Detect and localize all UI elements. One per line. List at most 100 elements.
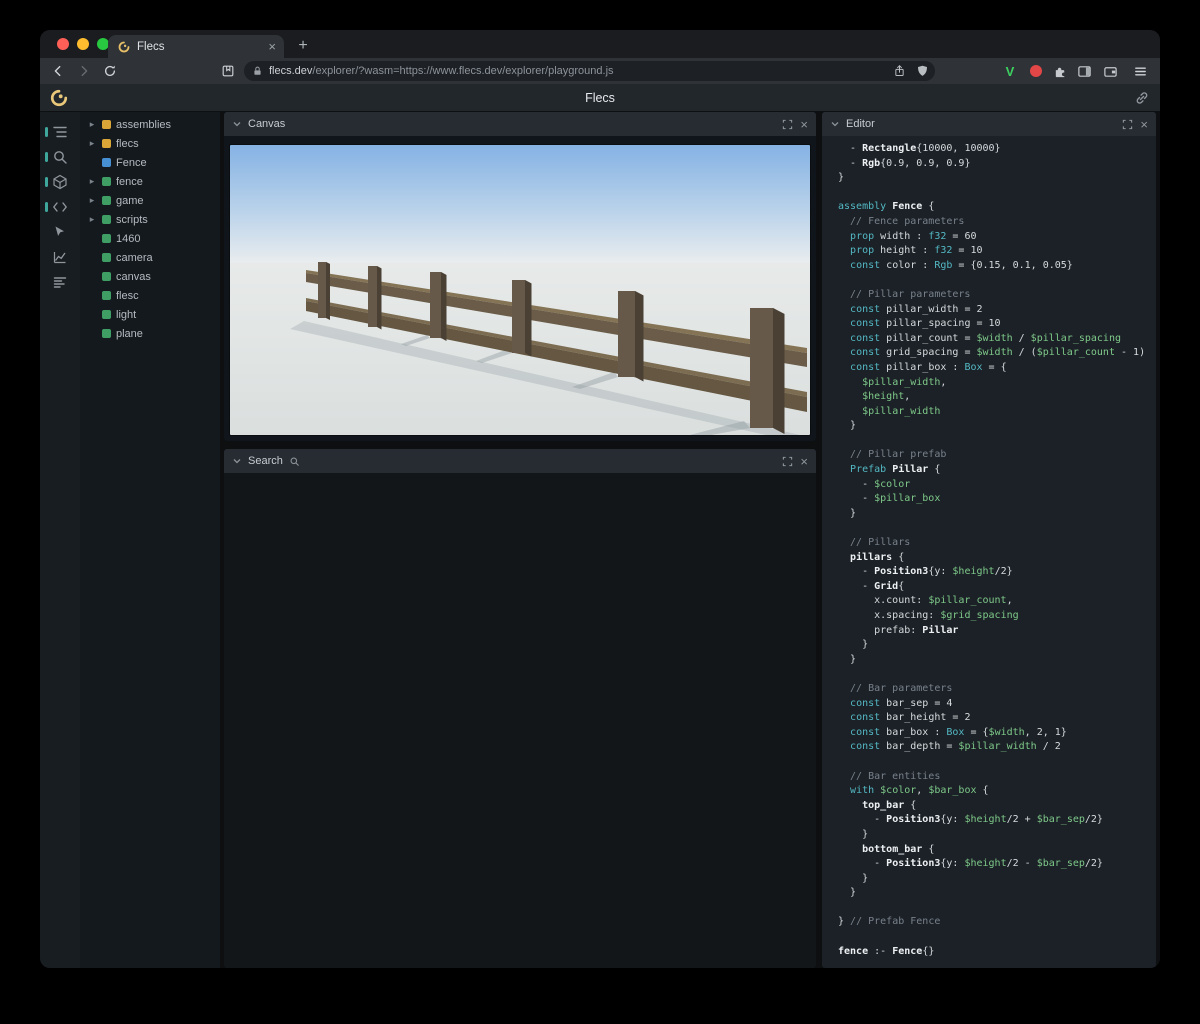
search-panel-header: Search × <box>224 449 816 473</box>
tree-item[interactable]: ▸ assemblies <box>80 115 220 134</box>
browser-window: Flecs × + flecs.dev/explorer/?wasm=https… <box>40 30 1160 968</box>
record-extension-icon[interactable] <box>1027 62 1045 80</box>
app-header: Flecs <box>40 84 1160 112</box>
entity-color-dot <box>102 253 111 262</box>
entity-label: assemblies <box>116 118 172 131</box>
expand-panel-icon[interactable] <box>780 454 794 468</box>
entity-color-dot <box>102 196 111 205</box>
tree-item[interactable]: ▸ fence <box>80 172 220 191</box>
lock-icon <box>254 66 261 75</box>
browser-toolbar: flecs.dev/explorer/?wasm=https://www.fle… <box>40 58 1160 84</box>
tree-item[interactable]: flesc <box>80 286 220 305</box>
entity-color-dot <box>102 272 111 281</box>
canvas-panel: Canvas × <box>224 112 816 441</box>
entity-label: 1460 <box>116 232 141 245</box>
tab-strip: Flecs × + <box>40 30 1160 58</box>
3d-viewport[interactable] <box>229 144 811 436</box>
tree-item[interactable]: ▸ game <box>80 191 220 210</box>
entity-color-dot <box>102 329 111 338</box>
page-title: Flecs <box>585 91 615 105</box>
entity-color-dot <box>102 310 111 319</box>
entity-color-dot <box>102 177 111 186</box>
chevron-down-icon[interactable] <box>232 456 242 466</box>
entity-label: flecs <box>116 137 139 150</box>
menu-icon[interactable] <box>1131 62 1149 80</box>
entity-label: scripts <box>116 213 148 226</box>
chevron-down-icon[interactable] <box>232 119 242 129</box>
entity-label: fence <box>116 175 143 188</box>
url-text: flecs.dev/explorer/?wasm=https://www.fle… <box>269 65 614 77</box>
forward-button[interactable] <box>75 62 93 80</box>
entity-label: game <box>116 194 144 207</box>
tree-item[interactable]: 1460 <box>80 229 220 248</box>
panel-title: Canvas <box>248 118 286 130</box>
editor-code[interactable]: - Rectangle{10000, 10000} - Rgb{0.9, 0.9… <box>822 136 1156 959</box>
entity-color-dot <box>102 158 111 167</box>
search-icon[interactable] <box>40 144 80 169</box>
entity-label: plane <box>116 327 143 340</box>
entity-label: flesc <box>116 289 139 302</box>
expand-panel-icon[interactable] <box>1120 117 1134 131</box>
entity-tree-icon[interactable] <box>40 119 80 144</box>
expand-arrow-icon[interactable]: ▸ <box>87 196 97 206</box>
canvas-panel-header: Canvas × <box>224 112 816 136</box>
expand-arrow-icon[interactable]: ▸ <box>87 120 97 130</box>
chart-icon[interactable] <box>40 244 80 269</box>
close-panel-icon[interactable]: × <box>800 455 808 468</box>
chevron-down-icon[interactable] <box>830 119 840 129</box>
canvas-cube-icon[interactable] <box>40 169 80 194</box>
reload-button[interactable] <box>101 62 119 80</box>
expand-arrow-icon[interactable]: ▸ <box>87 139 97 149</box>
entity-color-dot <box>102 234 111 243</box>
link-icon[interactable] <box>1134 90 1150 106</box>
tree-item[interactable]: canvas <box>80 267 220 286</box>
entity-color-dot <box>102 139 111 148</box>
url-domain: flecs.dev <box>269 65 313 77</box>
minimize-window-button[interactable] <box>77 38 89 50</box>
entity-tree[interactable]: ▸ assemblies ▸ flecs Fence ▸ fence ▸ game ▸ script… <box>80 112 220 968</box>
fence-render <box>230 145 810 435</box>
expand-arrow-icon[interactable]: ▸ <box>87 177 97 187</box>
tab-close-icon[interactable]: × <box>268 40 276 53</box>
tree-item[interactable]: light <box>80 305 220 324</box>
side-panel-icon[interactable] <box>1075 62 1093 80</box>
inspect-cursor-icon[interactable] <box>40 219 80 244</box>
entity-color-dot <box>102 215 111 224</box>
entity-color-dot <box>102 120 111 129</box>
editor-panel: Editor × - Rectangle{10000, 10000} - Rgb… <box>822 112 1156 968</box>
tree-item[interactable]: ▸ flecs <box>80 134 220 153</box>
entity-color-dot <box>102 291 111 300</box>
search-icon <box>290 457 299 466</box>
code-icon[interactable] <box>40 194 80 219</box>
extensions-puzzle-icon[interactable] <box>1051 62 1069 80</box>
wallet-icon[interactable] <box>1101 62 1119 80</box>
search-panel: Search × <box>224 449 816 968</box>
icon-rail <box>40 112 80 968</box>
close-window-button[interactable] <box>57 38 69 50</box>
expand-panel-icon[interactable] <box>780 117 794 131</box>
v-extension-icon[interactable]: V <box>1001 62 1019 80</box>
tree-item[interactable]: plane <box>80 324 220 343</box>
bookmark-icon[interactable] <box>219 62 237 80</box>
brave-shield-icon[interactable] <box>916 64 929 78</box>
tree-item[interactable]: ▸ scripts <box>80 210 220 229</box>
tab-favicon <box>118 41 130 52</box>
stats-rows-icon[interactable] <box>40 269 80 294</box>
close-panel-icon[interactable]: × <box>800 118 808 131</box>
new-tab-button[interactable]: + <box>292 35 314 57</box>
expand-arrow-icon[interactable]: ▸ <box>87 215 97 225</box>
panel-title: Editor <box>846 118 875 130</box>
address-bar[interactable]: flecs.dev/explorer/?wasm=https://www.fle… <box>244 61 935 81</box>
entity-label: Fence <box>116 156 147 169</box>
panel-title: Search <box>248 455 283 467</box>
traffic-lights <box>57 38 109 50</box>
back-button[interactable] <box>49 62 67 80</box>
tree-item[interactable]: Fence <box>80 153 220 172</box>
url-path: /explorer/?wasm=https://www.flecs.dev/ex… <box>312 65 614 77</box>
entity-label: canvas <box>116 270 151 283</box>
tree-item[interactable]: camera <box>80 248 220 267</box>
close-panel-icon[interactable]: × <box>1140 118 1148 131</box>
browser-tab[interactable]: Flecs × <box>108 35 284 58</box>
entity-label: light <box>116 308 137 321</box>
share-icon[interactable] <box>893 64 906 78</box>
